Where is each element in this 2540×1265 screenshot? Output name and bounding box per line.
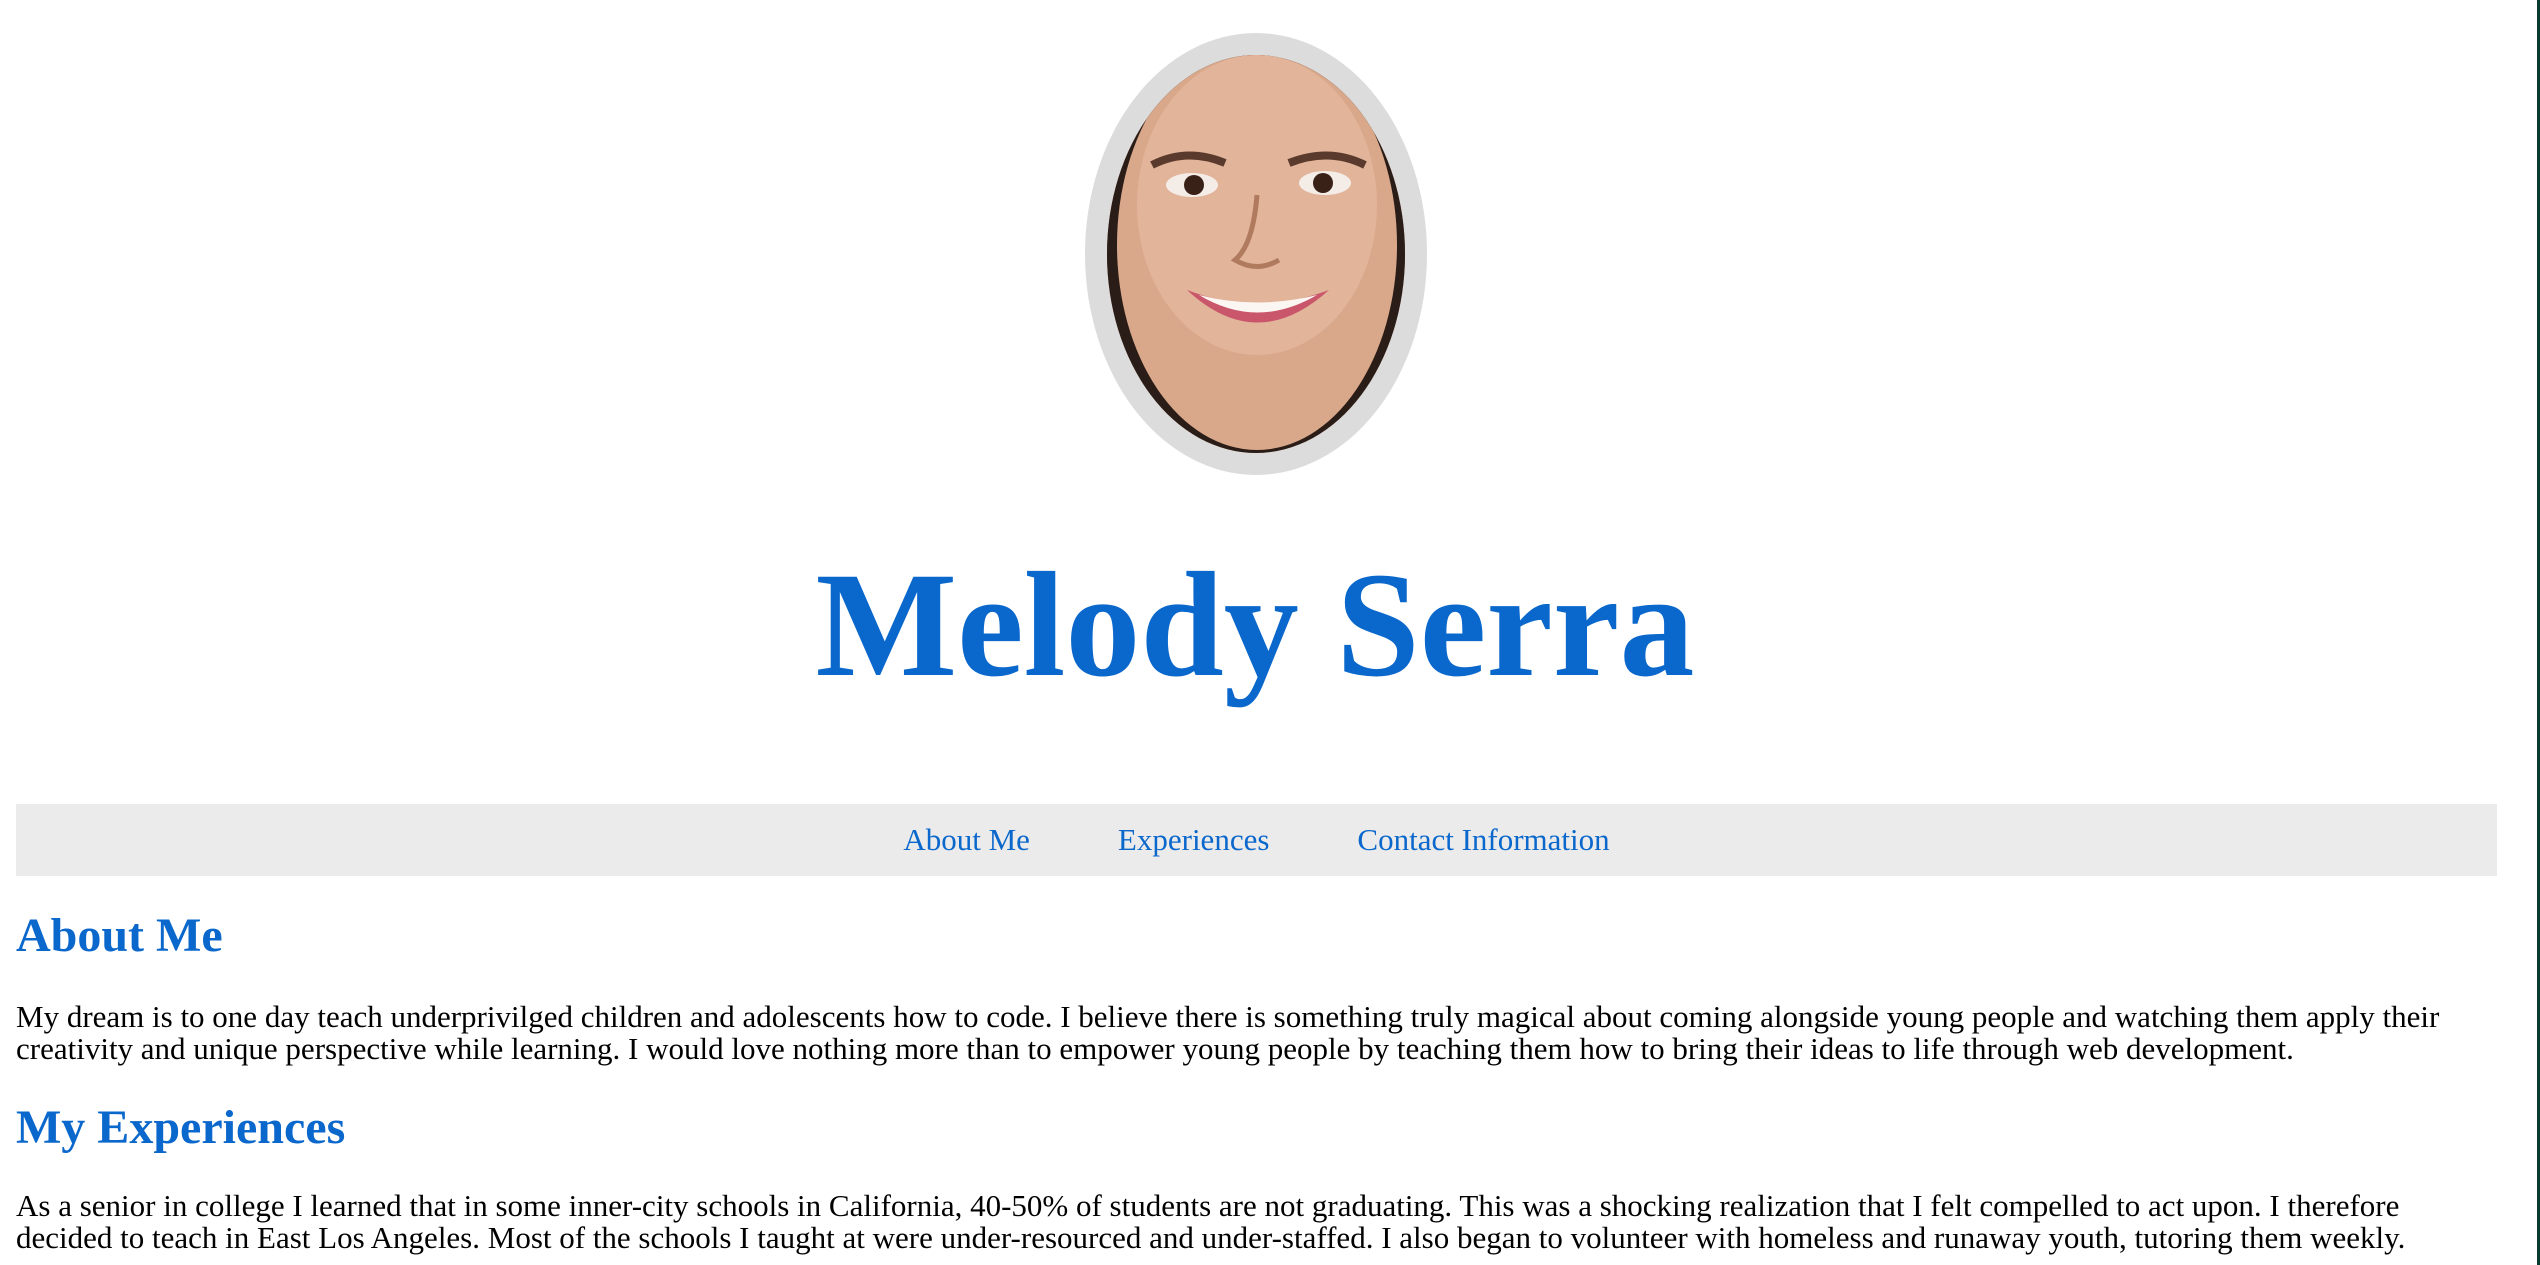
nav-link-contact-information[interactable]: Contact Information: [1357, 822, 1609, 858]
nav-link-about-me[interactable]: About Me: [903, 822, 1030, 858]
experiences-text: As a senior in college I learned that in…: [16, 1188, 2406, 1255]
nav-link-experiences[interactable]: Experiences: [1118, 822, 1269, 858]
portrait-icon: [1107, 55, 1405, 453]
about-text: My dream is to one day teach underprivil…: [16, 999, 2440, 1066]
page: Melody Serra About Me Experiences Contac…: [0, 0, 2540, 1265]
page-title: Melody Serra: [815, 542, 1695, 708]
profile-photo: [1107, 55, 1405, 453]
about-heading: About Me: [16, 909, 223, 962]
experiences-heading: My Experiences: [16, 1101, 346, 1154]
profile-photo-frame: [1085, 33, 1427, 475]
main-nav: About Me Experiences Contact Information: [16, 804, 2497, 876]
